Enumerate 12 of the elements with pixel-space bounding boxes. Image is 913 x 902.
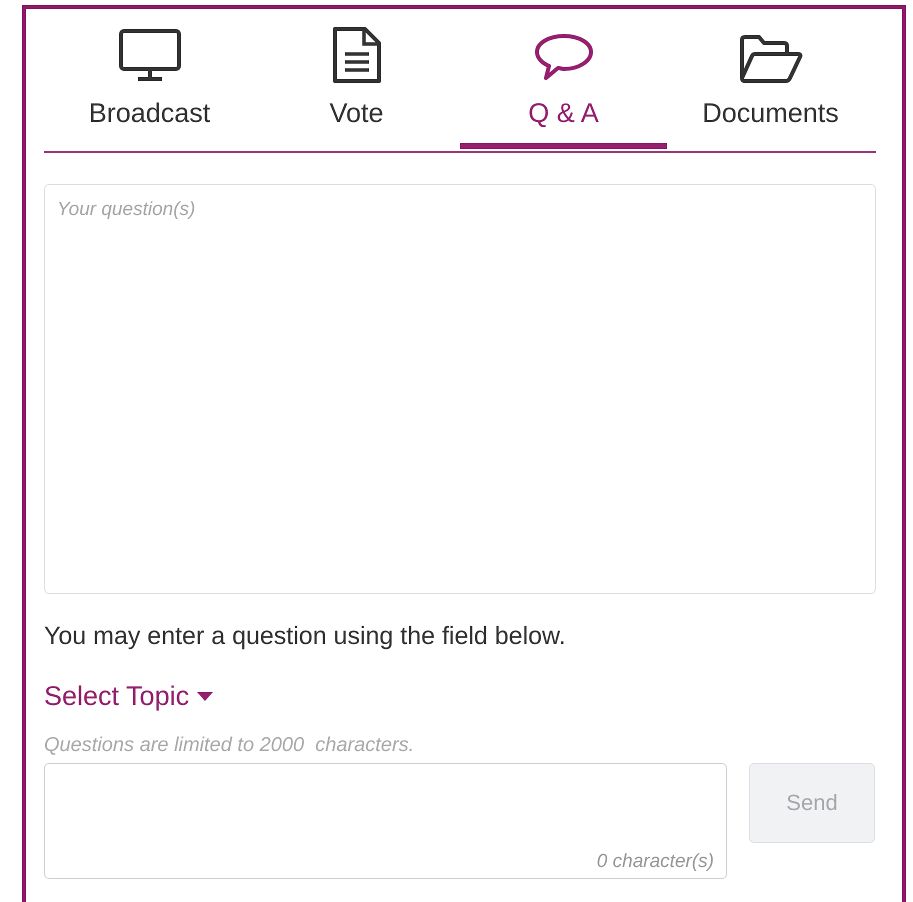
limit-hint: Questions are limited to 2000 characters.	[44, 734, 416, 757]
instruction-text: You may enter a question using the field below.	[44, 622, 567, 651]
tab[interactable]: Vote	[253, 9, 460, 149]
tab[interactable]: Documents	[667, 9, 874, 149]
topic-dropdown[interactable]: Select Topic	[44, 681, 214, 712]
character-counter: 0 character(s)	[596, 851, 714, 873]
tab[interactable]: Broadcast	[46, 9, 253, 149]
folder-icon	[738, 34, 804, 84]
caret-icon	[197, 692, 214, 702]
question-field[interactable]: Your question(s)	[44, 184, 876, 594]
monitor-icon	[118, 28, 182, 84]
document-icon	[330, 26, 382, 84]
